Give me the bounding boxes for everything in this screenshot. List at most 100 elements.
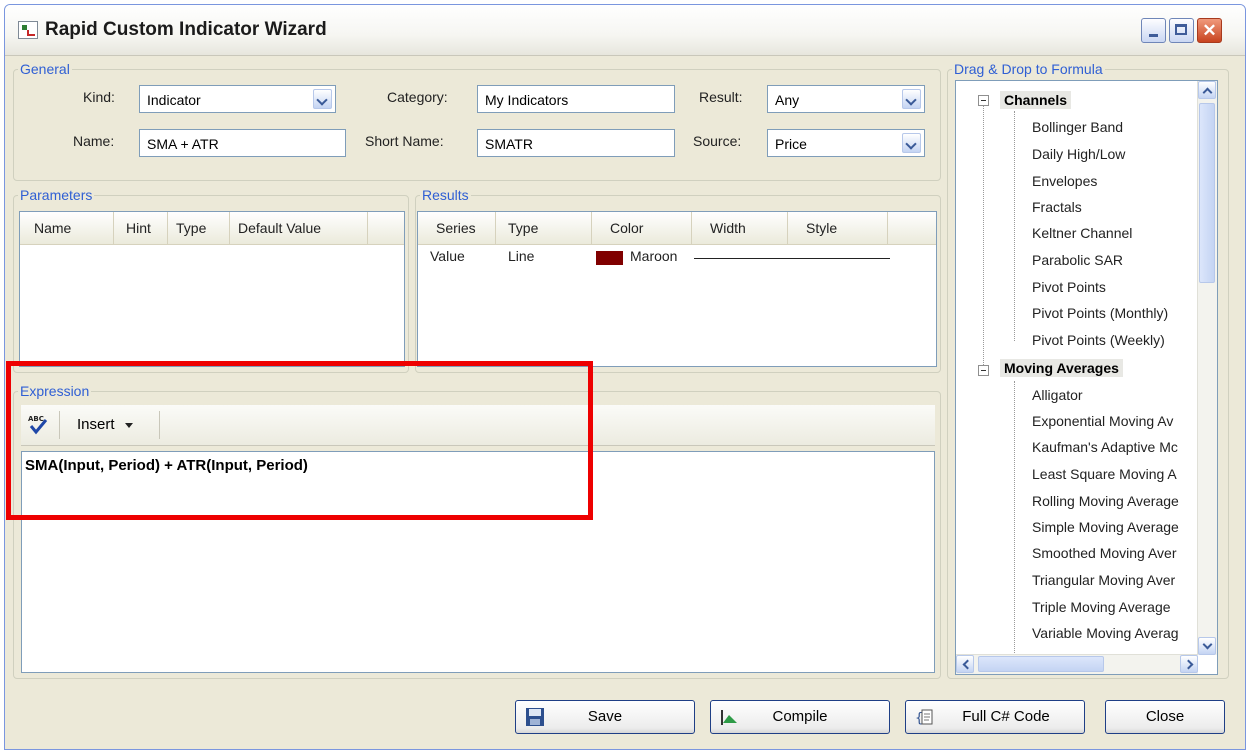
tree-item[interactable]: Pivot Points (Monthly) [1032,305,1168,321]
color-swatch [596,251,623,265]
chevron-down-icon[interactable] [902,89,921,109]
result-select[interactable]: Any [767,85,925,113]
results-col-width[interactable]: Width [692,212,788,244]
scroll-thumb[interactable] [978,656,1104,672]
maximize-button[interactable] [1169,18,1194,43]
spellcheck-icon[interactable]: ABC [27,413,49,435]
tree-vertical-scrollbar[interactable] [1197,81,1217,655]
svg-text:ABC: ABC [28,415,44,423]
tree-item[interactable]: Least Square Moving A [1032,466,1177,482]
scroll-down-icon[interactable] [1198,637,1216,655]
parameters-list[interactable]: Name Hint Type Default Value [19,211,405,367]
expression-toolbar: ABC Insert [21,405,935,446]
wizard-window: Rapid Custom Indicator Wizard ✕ General … [4,4,1246,750]
save-label: Save [587,708,623,725]
insert-label: Insert [77,416,115,433]
results-col-style[interactable]: Style [788,212,888,244]
insert-menu-button[interactable]: Insert [77,416,133,433]
close-button[interactable]: Close [1105,700,1225,734]
series-cell: Value [430,248,465,264]
param-col-name[interactable]: Name [20,212,114,244]
expression-toolbar-wrap: ABC Insert [21,405,935,446]
tree-guide [1014,381,1015,661]
formula-tree[interactable]: Channels Bollinger Band Daily High/Low E… [955,80,1218,675]
results-col-series[interactable]: Series [418,212,496,244]
tree-item[interactable]: Daily High/Low [1032,146,1125,162]
width-line [694,258,790,259]
results-col-color[interactable]: Color [592,212,692,244]
tree-horizontal-scrollbar[interactable] [956,654,1198,674]
chevron-down-icon[interactable] [902,133,921,153]
style-line [790,258,890,259]
caret-down-icon [124,422,133,428]
scroll-up-icon[interactable] [1198,81,1216,99]
chevron-down-icon[interactable] [313,89,332,109]
collapse-moving-averages-icon[interactable] [978,365,989,376]
tree-item[interactable]: Pivot Points [1032,279,1106,295]
tree-item[interactable]: Rolling Moving Average [1032,493,1179,509]
app-icon [18,21,38,39]
table-row[interactable]: Value Line Maroon [418,246,898,268]
tree-item[interactable]: Pivot Points (Weekly) [1032,332,1165,348]
type-cell: Line [508,248,535,264]
tree-item[interactable]: Keltner Channel [1032,225,1132,241]
window-title: Rapid Custom Indicator Wizard [45,19,327,40]
close-window-button[interactable]: ✕ [1197,18,1222,43]
scroll-thumb[interactable] [1199,103,1215,283]
minimize-button[interactable] [1141,18,1166,43]
results-legend: Results [422,187,469,203]
scroll-right-icon[interactable] [1180,655,1198,673]
close-label: Close [1145,708,1185,725]
source-label: Source: [693,133,742,149]
tree-item[interactable]: Bollinger Band [1032,119,1123,135]
toolbar-separator [59,411,60,439]
save-button[interactable]: Save [515,700,695,734]
results-list[interactable]: Series Type Color Width Style Value Line… [417,211,937,367]
code-file-icon: { [915,707,935,727]
param-col-hint[interactable]: Hint [114,212,168,244]
color-cell: Maroon [630,248,678,264]
compile-label: Compile [772,708,828,725]
tree-item[interactable]: Fractals [1032,199,1082,215]
parameters-header: Name Hint Type Default Value [20,212,404,245]
scroll-left-icon[interactable] [956,655,974,673]
tree-item[interactable]: Parabolic SAR [1032,252,1123,268]
tree-item[interactable]: Smoothed Moving Aver [1032,545,1177,561]
result-label: Result: [699,89,743,105]
kind-select[interactable]: Indicator [139,85,336,113]
title-bar[interactable]: Rapid Custom Indicator Wizard ✕ [5,5,1245,56]
kind-label: Kind: [83,89,115,105]
general-group: General [13,61,941,181]
name-field[interactable]: SMA + ATR [139,129,346,157]
name-label: Name: [73,133,115,149]
source-select[interactable]: Price [767,129,925,157]
tree-item[interactable]: Triple Moving Average [1032,599,1171,615]
floppy-disk-icon [525,707,545,727]
tree-item[interactable]: Alligator [1032,387,1083,403]
tree-item[interactable]: Kaufman's Adaptive Mc [1032,439,1178,455]
results-col-type[interactable]: Type [496,212,592,244]
results-header: Series Type Color Width Style [418,212,936,245]
tree-group-channels[interactable]: Channels [1000,91,1072,109]
short-name-label: Short Name: [365,133,444,149]
category-field[interactable]: My Indicators [477,85,675,113]
full-code-button[interactable]: { Full C# Code [905,700,1085,734]
result-value: Any [775,92,800,108]
formula-tree-legend: Drag & Drop to Formula [954,61,1103,77]
tree-item[interactable]: Exponential Moving Av [1032,413,1173,429]
compile-button[interactable]: Compile [710,700,890,734]
tree-item[interactable]: Simple Moving Average [1032,519,1179,535]
tree-group-moving-averages[interactable]: Moving Averages [1000,359,1123,377]
compile-icon [720,707,740,727]
category-label: Category: [387,89,448,105]
param-col-type[interactable]: Type [168,212,230,244]
param-col-default[interactable]: Default Value [230,212,368,244]
collapse-channels-icon[interactable] [978,95,989,106]
short-name-field[interactable]: SMATR [477,129,675,157]
tree-item[interactable]: Envelopes [1032,173,1097,189]
tree-guide [983,101,984,371]
expression-editor[interactable]: SMA(Input, Period) + ATR(Input, Period) [21,451,935,673]
tree-item[interactable]: Variable Moving Averag [1032,625,1179,641]
tree-item[interactable]: Triangular Moving Aver [1032,572,1175,588]
source-value: Price [775,136,807,152]
